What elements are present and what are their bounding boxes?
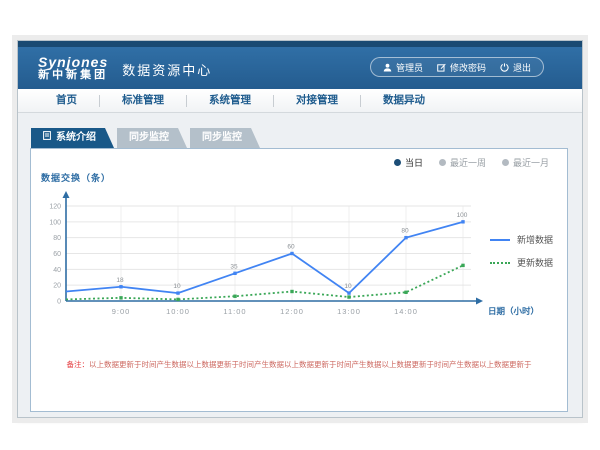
main-nav: 首页标准管理系统管理对接管理数据异动 [18, 89, 582, 113]
svg-text:80: 80 [53, 235, 61, 242]
page: Synjones 新中新集团 数据资源中心 管理员修改密码退出 首页标准管理系统… [0, 0, 600, 450]
svg-text:0: 0 [57, 299, 61, 306]
chart-legend: 新增数据更新数据 [490, 233, 553, 279]
logo-text-cn: 新中新集团 [38, 70, 108, 82]
edit-icon [437, 63, 446, 72]
svg-text:10: 10 [344, 283, 352, 290]
nav-item-2[interactable]: 标准管理 [100, 89, 186, 112]
user-action-修改密码[interactable]: 修改密码 [437, 61, 486, 74]
legend-line-swatch [490, 239, 510, 241]
svg-text:12:00: 12:00 [280, 307, 304, 316]
svg-text:80: 80 [401, 228, 409, 235]
radio-当日[interactable]: 当日 [394, 156, 423, 169]
svg-text:11:00: 11:00 [223, 307, 246, 316]
radio-最近一月[interactable]: 最近一月 [502, 156, 549, 169]
tab-2[interactable]: 同步监控 [117, 128, 187, 148]
company-logo: Synjones 新中新集团 [38, 55, 108, 81]
header: Synjones 新中新集团 数据资源中心 管理员 修改密码 退出 [18, 47, 582, 89]
user-icon [383, 63, 392, 72]
document-icon [43, 128, 51, 148]
footnote-text: 以上数据更新于时间产生数据以上数据更新于时间产生数据以上数据更新于时间产生数据以… [89, 360, 532, 369]
logout-icon [500, 63, 509, 72]
svg-text:40: 40 [53, 267, 61, 274]
footnote: 备注：以上数据更新于时间产生数据以上数据更新于时间产生数据以上数据更新于时间产生… [31, 359, 567, 370]
tab-1[interactable]: 系统介绍 [31, 128, 114, 148]
content-area: 系统介绍同步监控同步监控 当日最近一周最近一月 数据交换（条） 02040608… [18, 113, 582, 418]
svg-text:20: 20 [53, 283, 61, 290]
radio-dot [502, 159, 509, 166]
nav-item-3[interactable]: 系统管理 [187, 89, 273, 112]
nav-item-5[interactable]: 数据异动 [361, 89, 447, 112]
user-toolbar: 管理员 修改密码 退出 [370, 57, 544, 77]
svg-text:10:00: 10:00 [166, 307, 190, 316]
chart-panel: 当日 最近一周 最近一月 数据交换（条） 0 20 40 60 80 100 120 9:00 10… [30, 148, 568, 412]
tab-3[interactable]: 同步监控 [190, 128, 260, 148]
legend-line-swatch [490, 262, 510, 264]
radio-dot [439, 159, 446, 166]
footnote-prefix: 备注： [67, 360, 90, 369]
svg-text:100: 100 [49, 219, 61, 226]
logo-text-en: Synjones [38, 55, 108, 70]
nav-item-4[interactable]: 对接管理 [274, 89, 360, 112]
svg-text:10: 10 [173, 283, 181, 290]
user-action-退出[interactable]: 退出 [500, 61, 531, 74]
app-window: Synjones 新中新集团 数据资源中心 管理员修改密码退出 首页标准管理系统… [17, 40, 583, 418]
svg-text:9:00: 9:00 [112, 307, 131, 316]
radio-dot [394, 159, 401, 166]
y-axis-title: 数据交换（条） [41, 171, 111, 184]
radio-最近一周[interactable]: 最近一周 [439, 156, 486, 169]
line-chart: 0 20 40 60 80 100 120 9:00 10:00 11:00 12:00 13:00 1… [31, 187, 566, 337]
svg-text:60: 60 [287, 244, 295, 251]
page-title: 数据资源中心 [122, 58, 212, 79]
svg-text:100: 100 [457, 212, 468, 219]
svg-text:35: 35 [230, 263, 238, 270]
legend-item-新增数据: 新增数据 [490, 233, 553, 246]
svg-text:18: 18 [116, 277, 124, 284]
tab-bar: 系统介绍同步监控同步监控 [31, 128, 582, 148]
legend-item-更新数据: 更新数据 [490, 256, 553, 269]
svg-text:14:00: 14:00 [394, 307, 418, 316]
svg-text:120: 120 [49, 204, 61, 211]
range-filter-group: 当日 最近一周 最近一月 [394, 156, 549, 169]
user-action-管理员[interactable]: 管理员 [383, 61, 423, 74]
svg-text:13:00: 13:00 [337, 307, 361, 316]
nav-item-1[interactable]: 首页 [34, 89, 99, 112]
svg-text:60: 60 [53, 251, 61, 258]
svg-text:日期（小时）: 日期（小时） [488, 306, 539, 316]
